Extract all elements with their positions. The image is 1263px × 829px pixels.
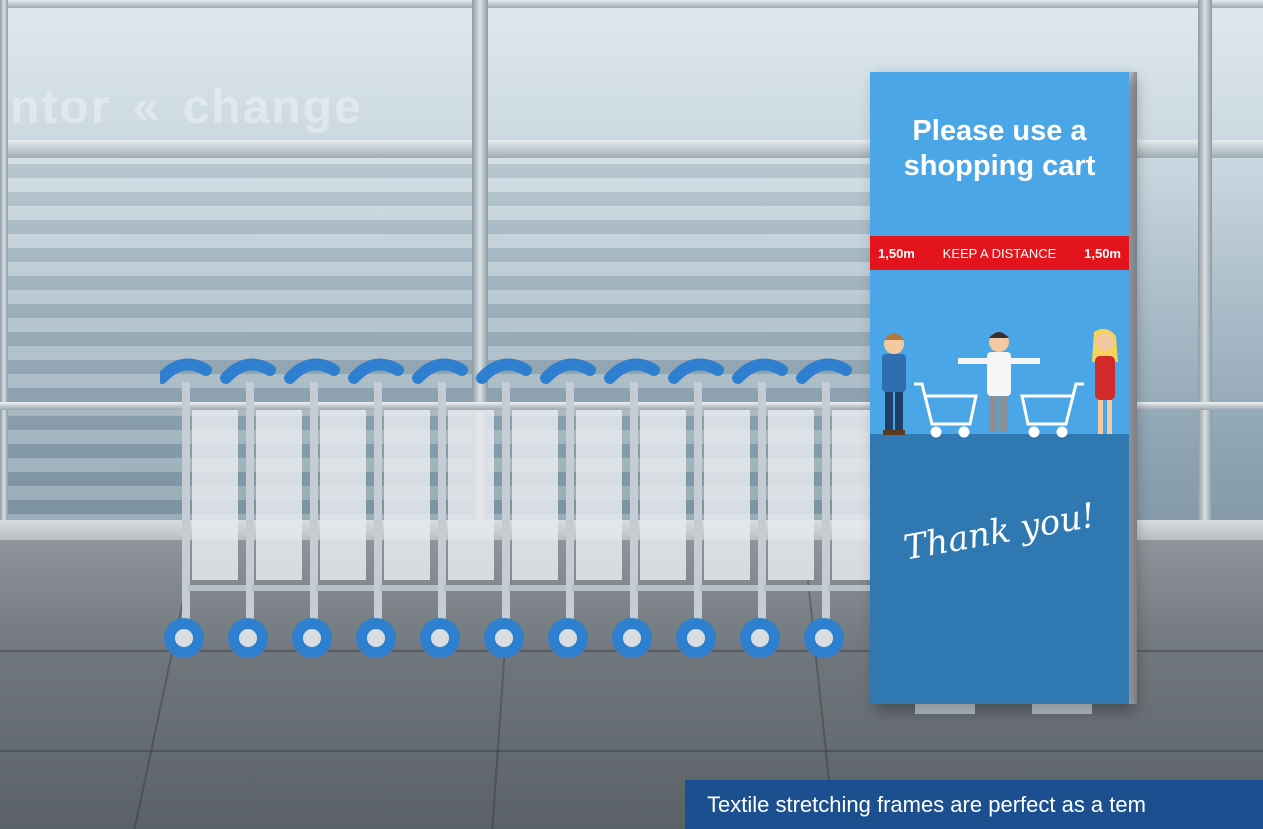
poster-lower-panel bbox=[870, 434, 1129, 704]
woman-figure-icon bbox=[1092, 328, 1118, 434]
distance-left: 1,50m bbox=[878, 245, 915, 261]
distance-band: 1,50m KEEP A DISTANCE 1,50m bbox=[870, 236, 1129, 270]
cart-illustration-icon bbox=[914, 382, 978, 438]
caption-banner: Textile stretching frames are perfect as… bbox=[685, 780, 1263, 829]
poster-frame-edge bbox=[1129, 72, 1137, 704]
man-figure-icon bbox=[882, 333, 906, 435]
cart bbox=[604, 358, 696, 658]
cart bbox=[220, 358, 312, 658]
cart-illustration-icon bbox=[1020, 382, 1084, 438]
sign-word-left: ntor bbox=[10, 81, 112, 134]
poster-title: Please use a shopping cart bbox=[870, 114, 1129, 184]
cart bbox=[732, 358, 824, 658]
cart bbox=[476, 358, 568, 658]
chevron-left-icon: « bbox=[132, 81, 162, 134]
cart bbox=[348, 358, 440, 658]
poster-title-line1: Please use a bbox=[912, 115, 1087, 147]
photo-scene: ntor « change Please use a shopping cart… bbox=[0, 0, 1263, 829]
tile-line bbox=[0, 750, 1263, 752]
cart bbox=[160, 358, 248, 658]
poster-illustration bbox=[882, 328, 1118, 438]
poster-title-line2: shopping cart bbox=[903, 150, 1096, 182]
cart bbox=[284, 358, 376, 658]
cart bbox=[540, 358, 632, 658]
caption-text: Textile stretching frames are perfect as… bbox=[707, 792, 1146, 817]
distance-right: 1,50m bbox=[1084, 245, 1121, 261]
sign-word-right: change bbox=[182, 81, 363, 134]
window-beam-top bbox=[0, 0, 1263, 8]
window-mullion bbox=[1198, 0, 1212, 540]
shopping-carts bbox=[160, 358, 880, 658]
roll-up-poster: Please use a shopping cart 1,50m KEEP A … bbox=[870, 72, 1129, 704]
cart bbox=[668, 358, 760, 658]
cart bbox=[412, 358, 504, 658]
window-mullion bbox=[0, 0, 8, 540]
background-sign-text: ntor « change bbox=[10, 80, 363, 135]
distance-label: KEEP A DISTANCE bbox=[942, 245, 1057, 261]
